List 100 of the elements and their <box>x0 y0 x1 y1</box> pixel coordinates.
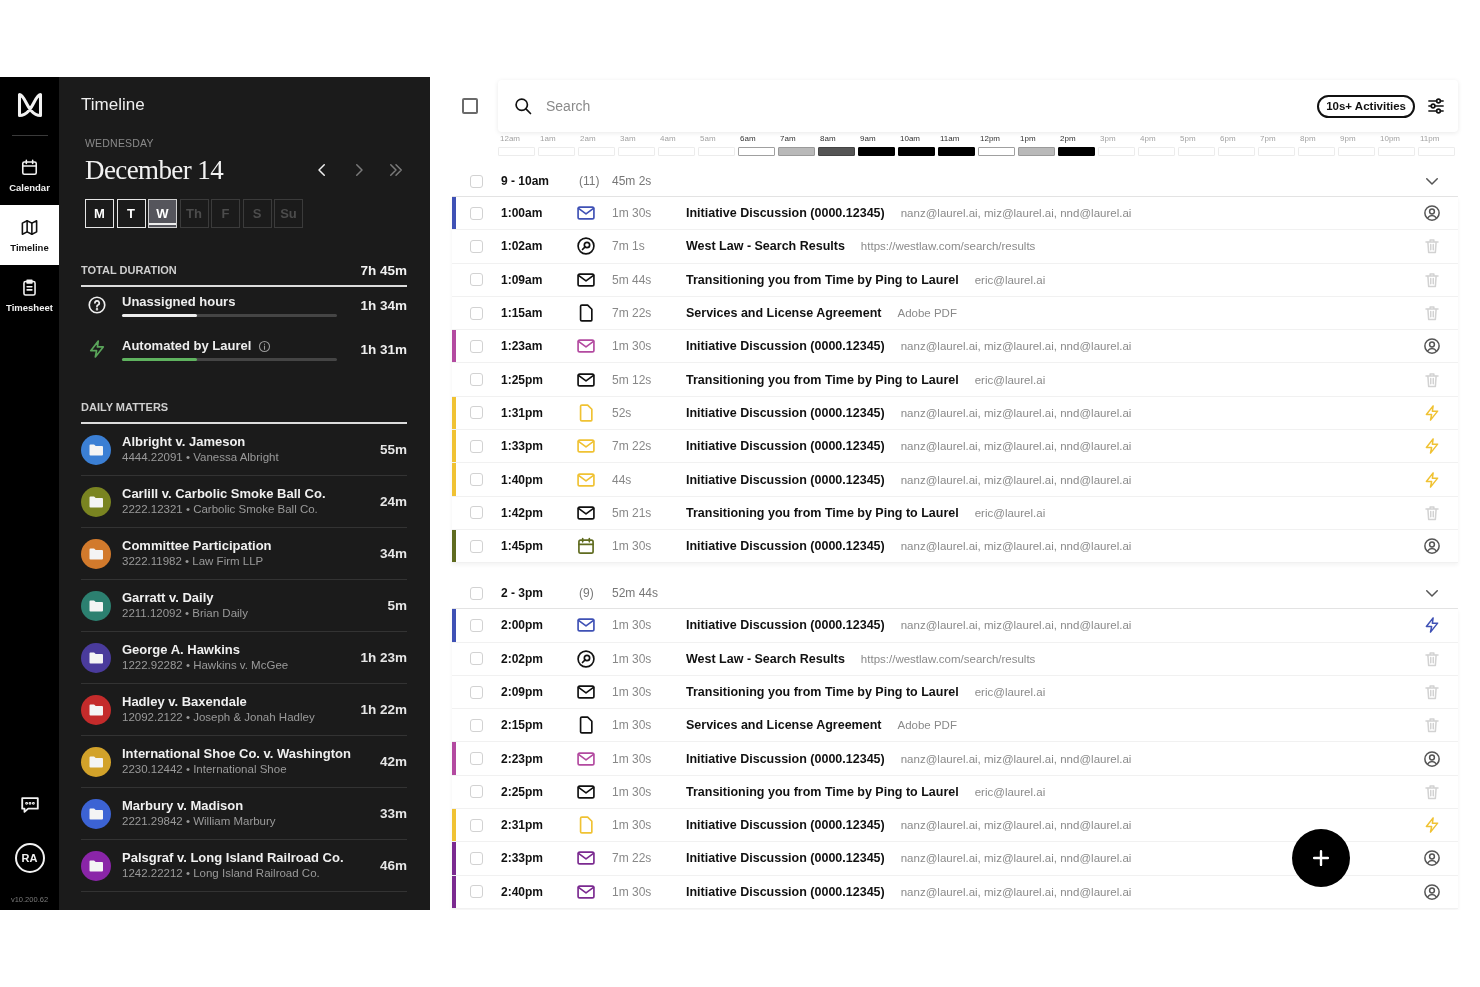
activity-detail: nanz@laurel.ai, miz@laurel.ai, nnd@laurel.ai <box>900 406 1132 419</box>
activity-bar <box>738 147 775 156</box>
activity-duration: 1m 30s <box>612 818 653 833</box>
chat-icon[interactable] <box>18 794 41 816</box>
hour-label: 7am <box>779 134 796 144</box>
nav-tab[interactable]: Timeline <box>0 205 59 265</box>
activity-row[interactable]: 2:23pm 1m 30s Initiative Discussion (0000.12345) nanz@laurel.ai, miz@laurel.ai, nnd@laurel.ai <box>452 742 1458 776</box>
group-count: (11) <box>579 174 601 188</box>
trash-icon[interactable] <box>1423 304 1441 323</box>
matter-subtitle: 4444.22091 • Vanessa Albright <box>122 450 279 465</box>
activity-bar <box>858 147 895 156</box>
filter-icon[interactable] <box>1426 96 1446 116</box>
matter-item[interactable]: Palsgraf v. Long Island Railroad Co. 1242.22212 • Long Island Railroad Co. 46m <box>81 840 407 892</box>
matter-item[interactable]: Hadley v. Baxendale 12092.2122 • Joseph & Jonah Hadley 1h 22m <box>81 684 407 736</box>
activity-row[interactable]: 2:09pm 1m 30s Transitioning you from Time by Ping to Laurel eric@laurel.ai <box>452 675 1458 710</box>
user-avatar[interactable]: RA <box>14 843 45 873</box>
calendar-icon <box>20 157 39 177</box>
activity-row[interactable]: 1:15am 7m 22s Services and License Agreement Adobe PDF <box>452 296 1458 331</box>
day-button[interactable]: T <box>116 199 146 228</box>
trash-icon[interactable] <box>1423 370 1441 389</box>
activity-row[interactable]: 2:15pm 1m 30s Services and License Agreement Adobe PDF <box>452 709 1458 743</box>
trash-icon[interactable] <box>1423 270 1441 289</box>
activity-time: 2:09pm <box>501 685 545 699</box>
info-icon[interactable] <box>258 339 272 353</box>
trash-icon[interactable] <box>1423 503 1441 522</box>
matter-title: International Shoe Co. v. Washington <box>122 746 351 762</box>
matter-title: Palsgraf v. Long Island Railroad Co. <box>122 850 344 866</box>
activity-row[interactable]: 2:33pm 7m 22s Initiative Discussion (0000.12345) nanz@laurel.ai, miz@laurel.ai, nnd@laurel.ai <box>452 842 1458 876</box>
activity-row[interactable]: 1:23am 1m 30s Initiative Discussion (0000.12345) nanz@laurel.ai, miz@laurel.ai, nnd@laurel.ai <box>452 330 1458 364</box>
lightning-icon[interactable] <box>1423 616 1441 635</box>
hour-label: 4pm <box>1139 134 1156 144</box>
person-icon[interactable] <box>1423 882 1441 901</box>
person-icon[interactable] <box>1423 204 1441 223</box>
trash-icon[interactable] <box>1423 237 1441 256</box>
activity-row[interactable]: 2:40pm 1m 30s Initiative Discussion (0000.12345) nanz@laurel.ai, miz@laurel.ai, nnd@laurel.ai <box>452 875 1458 909</box>
person-icon[interactable] <box>1423 849 1441 868</box>
activities-filter-button[interactable]: 10s+ Activities <box>1317 94 1415 118</box>
activity-title: Transitioning you from Time by Ping to Laurel <box>686 372 959 387</box>
matter-subtitle: 1242.22212 • Long Island Railroad Co. <box>122 866 320 881</box>
activity-detail: eric@laurel.ai <box>974 686 1046 698</box>
activity-detail: nanz@laurel.ai, miz@laurel.ai, nnd@laurel.ai <box>900 885 1132 898</box>
activity-title: Initiative Discussion (0000.12345) <box>686 618 885 633</box>
activity-time: 2:02pm <box>501 651 545 666</box>
matter-subtitle: 2211.12092 • Brian Daily <box>122 606 248 621</box>
activity-detail: nanz@laurel.ai, miz@laurel.ai, nnd@laurel.ai <box>900 619 1132 632</box>
activity-row[interactable]: 2:00pm 1m 30s Initiative Discussion (0000.12345) nanz@laurel.ai, miz@laurel.ai, nnd@laurel.ai <box>452 609 1458 643</box>
matter-item[interactable]: Albright v. Jameson 4444.22091 • Vanessa Albright 55m <box>81 424 407 476</box>
activity-row[interactable]: 1:00am 1m 30s Initiative Discussion (0000.12345) nanz@laurel.ai, miz@laurel.ai, nnd@laurel.ai <box>452 197 1458 231</box>
hour-label: 5am <box>699 134 716 144</box>
trash-icon[interactable] <box>1423 683 1441 701</box>
matter-item[interactable]: International Shoe Co. v. Washington 2230.12442 • International Shoe 42m <box>81 736 407 788</box>
matter-item[interactable]: Marbury v. Madison 2221.29842 • William Marbury 33m <box>81 788 407 840</box>
matter-title: Garratt v. Daily <box>122 590 214 606</box>
activity-row[interactable]: 1:09am 5m 44s Transitioning you from Time by Ping to Laurel eric@laurel.ai <box>452 263 1458 297</box>
clipboard-icon <box>20 277 39 297</box>
activity-title: Services and License Agreement <box>686 718 882 733</box>
trash-icon[interactable] <box>1423 716 1441 735</box>
activity-detail: eric@laurel.ai <box>974 785 1046 798</box>
activity-row[interactable]: 1:25pm 5m 12s Transitioning you from Time by Ping to Laurel eric@laurel.ai <box>452 363 1458 397</box>
search-field[interactable]: Search <box>546 91 1318 121</box>
activity-time: 1:15am <box>501 306 544 321</box>
group-count: (9) <box>579 586 595 601</box>
activity-row[interactable]: 2:02pm 1m 30s West Law - Search Results https://westlaw.com/search/results <box>452 642 1458 676</box>
calendar-icon <box>576 536 596 557</box>
activity-time: 2:40pm <box>501 884 545 899</box>
activity-row[interactable]: 1:02am 7m 1s West Law - Search Results https://westlaw.com/search/results <box>452 230 1458 264</box>
date-heading: December 14 <box>85 155 224 185</box>
day-button[interactable]: M <box>85 199 114 228</box>
total-duration-label: TOTAL DURATION <box>81 264 177 276</box>
nav-tab[interactable]: Calendar <box>0 145 59 205</box>
matter-duration: 46m <box>379 858 407 873</box>
section-heading: DAILY MATTERS <box>81 400 169 414</box>
trash-icon[interactable] <box>1423 649 1441 668</box>
hour-label: 7pm <box>1259 134 1276 144</box>
activity-row[interactable]: 2:25pm 1m 30s Transitioning you from Time by Ping to Laurel eric@laurel.ai <box>452 775 1458 810</box>
activity-detail: eric@laurel.ai <box>974 373 1046 386</box>
nav-tab[interactable]: Timesheet <box>0 265 59 325</box>
activity-time: 1:42pm <box>501 505 545 520</box>
activity-detail: https://westlaw.com/search/results <box>860 652 1036 665</box>
activity-bar <box>978 147 1015 156</box>
trash-icon[interactable] <box>1423 782 1441 801</box>
activity-row[interactable]: 1:42pm 5m 21s Transitioning you from Time by Ping to Laurel eric@laurel.ai <box>452 496 1458 530</box>
magnifier-icon <box>576 648 596 669</box>
person-icon[interactable] <box>1423 749 1441 768</box>
day-button[interactable]: W <box>148 199 177 228</box>
checkbox[interactable] <box>462 98 478 114</box>
matter-item[interactable]: Garratt v. Daily 2211.12092 • Brian Daily 5m <box>81 580 407 632</box>
activity-detail: nanz@laurel.ai, miz@laurel.ai, nnd@laurel.ai <box>900 752 1132 765</box>
activity-time: 2:25pm <box>501 784 545 799</box>
matter-item[interactable]: Committee Participation 3222.11982 • Law Firm LLP 34m <box>81 528 407 580</box>
hour-label: 11pm <box>1419 134 1440 144</box>
matter-duration: 42m <box>379 754 407 769</box>
person-icon[interactable] <box>1423 337 1441 356</box>
group-label: 2 - 3pm <box>501 586 544 601</box>
matter-item[interactable]: George A. Hawkins 1222.92282 • Hawkins v. McGee 1h 23m <box>81 632 407 684</box>
matter-title: Marbury v. Madison <box>122 798 244 814</box>
person-icon[interactable] <box>1423 537 1441 556</box>
activity-title: Initiative Discussion (0000.12345) <box>686 539 885 554</box>
matter-item[interactable]: Carlill v. Carbolic Smoke Ball Co. 2222.12321 • Carbolic Smoke Ball Co. 24m <box>81 476 407 528</box>
activity-row[interactable]: 1:45pm 1m 30s Initiative Discussion (0000.12345) nanz@laurel.ai, miz@laurel.ai, nnd@laurel.ai <box>452 529 1458 564</box>
